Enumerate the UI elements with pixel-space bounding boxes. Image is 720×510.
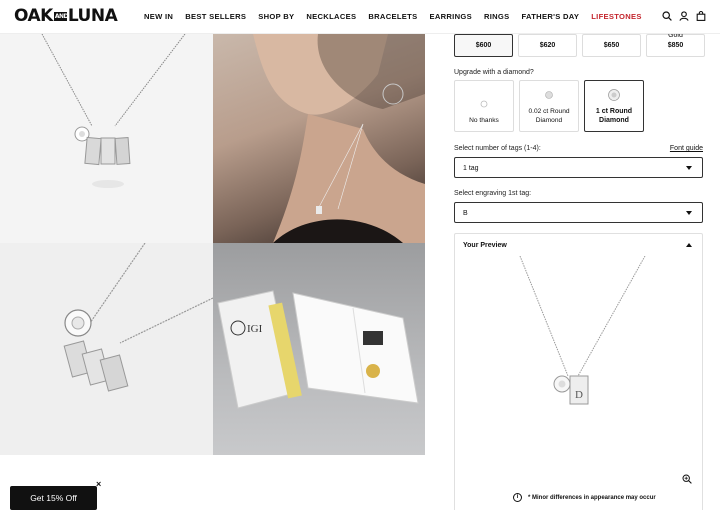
logo-left: OAK bbox=[14, 6, 53, 26]
product-image-certificate[interactable]: IGI bbox=[213, 243, 425, 455]
bag-icon[interactable] bbox=[696, 11, 706, 21]
preview-disclaimer: i * Minor differences in appearance may … bbox=[513, 493, 656, 502]
tags-count-value: 1 tag bbox=[463, 165, 479, 172]
search-icon[interactable] bbox=[662, 11, 672, 21]
preview-necklace-image: D bbox=[519, 256, 646, 405]
nav-fathers-day[interactable]: FATHER'S DAY bbox=[522, 12, 580, 21]
chevron-down-icon bbox=[686, 211, 692, 215]
engraving-select[interactable]: B bbox=[454, 202, 703, 223]
preview-title[interactable]: Your Preview bbox=[463, 242, 507, 249]
nav-rings[interactable]: RINGS bbox=[484, 12, 510, 21]
preview-note-text: * Minor differences in appearance may oc… bbox=[528, 494, 656, 501]
zoom-in-icon[interactable] bbox=[682, 474, 692, 484]
price-value: $850 bbox=[667, 42, 684, 49]
font-guide-link[interactable]: Font guide bbox=[670, 145, 703, 152]
price-option-1[interactable]: $600 bbox=[454, 34, 513, 57]
diamond-options: No thanks 0.02 ct Round Diamond 1 ct Rou… bbox=[454, 80, 644, 132]
header-icons bbox=[662, 11, 706, 21]
nav-earrings[interactable]: EARRINGS bbox=[429, 12, 471, 21]
chevron-up-icon[interactable] bbox=[686, 243, 692, 247]
price-value: $600 bbox=[475, 42, 492, 49]
small-diamond-icon bbox=[545, 91, 553, 99]
certificate-logo-text: IGI bbox=[247, 323, 263, 335]
price-option-4[interactable]: Gold $850 bbox=[646, 32, 705, 57]
diamond-option-none[interactable]: No thanks bbox=[454, 80, 514, 132]
preview-panel: Your Preview D i * Minor differences in … bbox=[454, 233, 703, 510]
nav-necklaces[interactable]: NECKLACES bbox=[306, 12, 356, 21]
product-image-model-portrait[interactable] bbox=[213, 34, 425, 243]
price-options: $600 $620 $650 Gold $850 bbox=[454, 32, 705, 57]
large-diamond-icon bbox=[608, 89, 620, 101]
preview-tag-letter: D bbox=[575, 389, 583, 401]
empty-circle-icon bbox=[480, 100, 488, 108]
tags-count-select[interactable]: 1 tag bbox=[454, 157, 703, 178]
info-icon: i bbox=[513, 493, 522, 502]
nav-new-in[interactable]: NEW IN bbox=[144, 12, 173, 21]
logo-mid: AND bbox=[53, 11, 68, 21]
engraving-value: B bbox=[463, 210, 468, 217]
nav-best-sellers[interactable]: BEST SELLERS bbox=[185, 12, 246, 21]
price-value: $620 bbox=[539, 42, 556, 49]
brand-logo[interactable]: OAK AND LUNA bbox=[14, 6, 118, 26]
nav-lifestones[interactable]: LIFESTONES bbox=[591, 12, 642, 21]
diamond-option-label: 1 ct Round Diamond bbox=[595, 108, 633, 124]
product-image-diamond-closeup[interactable] bbox=[0, 243, 213, 455]
nav-bracelets[interactable]: BRACELETS bbox=[368, 12, 417, 21]
discount-promo-button[interactable]: Get 15% Off bbox=[10, 486, 97, 510]
diamond-upgrade-label: Upgrade with a diamond? bbox=[454, 69, 534, 76]
site-header: OAK AND LUNA NEW IN BEST SELLERS SHOP BY… bbox=[0, 0, 720, 34]
main-nav: NEW IN BEST SELLERS SHOP BY NECKLACES BR… bbox=[144, 12, 654, 21]
close-icon[interactable]: × bbox=[96, 479, 101, 489]
logo-right: LUNA bbox=[67, 6, 118, 26]
engraving-label: Select engraving 1st tag: bbox=[454, 190, 532, 197]
diamond-option-label: No thanks bbox=[469, 117, 499, 124]
price-option-2[interactable]: $620 bbox=[518, 34, 577, 57]
account-icon[interactable] bbox=[679, 11, 689, 21]
product-image-necklace-tags[interactable] bbox=[0, 34, 213, 243]
nav-shop-by[interactable]: SHOP BY bbox=[258, 12, 294, 21]
price-option-3[interactable]: $650 bbox=[582, 34, 641, 57]
price-value: $650 bbox=[603, 42, 620, 49]
diamond-option-label: 0.02 ct Round Diamond bbox=[528, 108, 570, 124]
diamond-option-small[interactable]: 0.02 ct Round Diamond bbox=[519, 80, 579, 132]
diamond-option-large[interactable]: 1 ct Round Diamond bbox=[584, 80, 644, 132]
chevron-down-icon bbox=[686, 166, 692, 170]
tags-count-label: Select number of tags (1-4): bbox=[454, 145, 541, 152]
